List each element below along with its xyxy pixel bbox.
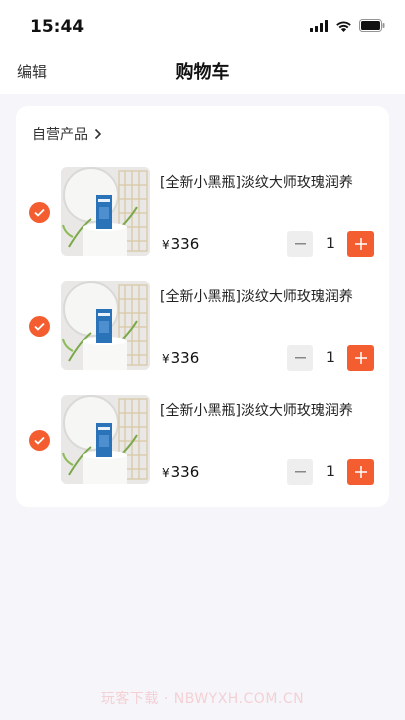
watermark: 玩客下载 · NBWYXH.COM.CN: [100, 691, 305, 707]
minus-icon: [294, 471, 306, 473]
product-price: ¥336: [162, 235, 199, 253]
quantity-value[interactable]: 1: [317, 345, 344, 371]
product-title[interactable]: [全新小黑瓶]淡纹大师玫瑰润养: [160, 286, 385, 306]
product-image[interactable]: [61, 395, 150, 484]
price-value: 336: [170, 463, 200, 481]
check-icon: [34, 436, 45, 445]
plus-icon: [354, 238, 367, 250]
product-price: ¥336: [162, 349, 199, 367]
store-header[interactable]: 自营产品: [32, 124, 102, 144]
status-icons: [310, 19, 385, 32]
price-value: 336: [170, 235, 200, 253]
cart-item: [全新小黑瓶]淡纹大师玫瑰润养 ¥336 1: [16, 395, 389, 487]
increase-button[interactable]: [347, 345, 374, 371]
product-image[interactable]: [61, 167, 150, 256]
quantity-value[interactable]: 1: [317, 231, 344, 257]
quantity-stepper: 1: [287, 459, 374, 485]
product-title[interactable]: [全新小黑瓶]淡纹大师玫瑰润养: [160, 400, 385, 420]
increase-button[interactable]: [347, 459, 374, 485]
chevron-right-icon: [94, 128, 102, 140]
currency-symbol: ¥: [162, 352, 170, 366]
check-icon: [34, 208, 45, 217]
price-value: 336: [170, 349, 200, 367]
decrease-button[interactable]: [287, 231, 313, 257]
quantity-stepper: 1: [287, 345, 374, 371]
product-price: ¥336: [162, 463, 199, 481]
quantity-value[interactable]: 1: [317, 459, 344, 485]
check-icon: [34, 322, 45, 331]
minus-icon: [294, 357, 306, 359]
page-title: 购物车: [175, 62, 230, 83]
cart-item: [全新小黑瓶]淡纹大师玫瑰润养 ¥336 1: [16, 281, 389, 373]
currency-symbol: ¥: [162, 466, 170, 480]
product-image[interactable]: [61, 281, 150, 370]
decrease-button[interactable]: [287, 345, 313, 371]
status-bar: 15:44: [0, 0, 405, 50]
store-name: 自营产品: [32, 127, 88, 143]
currency-symbol: ¥: [162, 238, 170, 252]
item-checkbox[interactable]: [29, 316, 50, 337]
decrease-button[interactable]: [287, 459, 313, 485]
plus-icon: [354, 352, 367, 364]
minus-icon: [294, 243, 306, 245]
item-checkbox[interactable]: [29, 202, 50, 223]
status-time: 15:44: [30, 17, 85, 37]
wifi-icon: [336, 21, 351, 32]
cellular-signal-icon: [310, 19, 328, 32]
quantity-stepper: 1: [287, 231, 374, 257]
product-title[interactable]: [全新小黑瓶]淡纹大师玫瑰润养: [160, 172, 385, 192]
nav-bar: 编辑 购物车: [0, 50, 405, 94]
cart-item: [全新小黑瓶]淡纹大师玫瑰润养 ¥336 1: [16, 167, 389, 259]
battery-icon: [359, 19, 385, 32]
cart-store-card: 自营产品 [全新小黑瓶]淡纹大师玫瑰润养 ¥336 1 [全新小黑瓶]淡纹大师玫…: [16, 106, 389, 507]
item-checkbox[interactable]: [29, 430, 50, 451]
plus-icon: [354, 466, 367, 478]
increase-button[interactable]: [347, 231, 374, 257]
